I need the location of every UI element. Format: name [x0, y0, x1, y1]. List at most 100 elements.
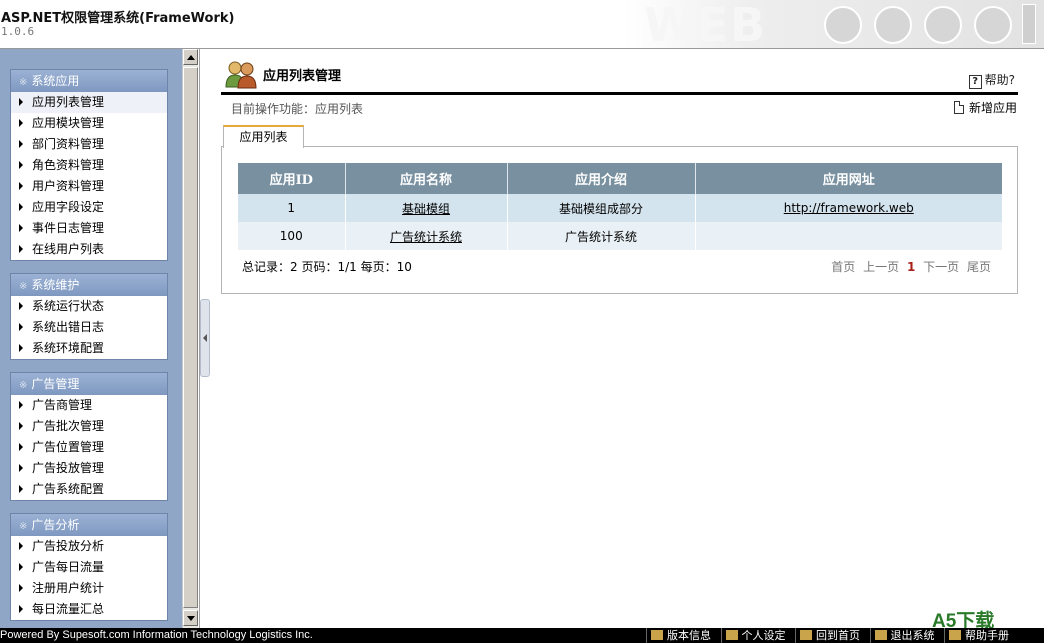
arrow-right-icon	[19, 161, 23, 169]
scroll-up-button[interactable]	[183, 49, 198, 65]
sidebar-item-traffic-summary[interactable]: 每日流量汇总	[11, 599, 167, 620]
scrollbar-thumb[interactable]	[183, 67, 198, 608]
group-bullet-icon: ※	[19, 380, 28, 391]
sidebar-group-header[interactable]: ※ 广告分析	[11, 514, 167, 536]
arrow-right-icon	[19, 140, 23, 148]
table-row: 100 广告统计系统 广告统计系统	[238, 222, 1002, 250]
add-app-button[interactable]: 新增应用	[953, 99, 1017, 116]
column-header[interactable]: 应用名称	[345, 163, 508, 194]
pager-prev[interactable]: 上一页	[863, 260, 899, 274]
pager-current: 1	[906, 260, 916, 274]
table-row: 1 基础模组 基础模组成部分 http://framework.web	[238, 194, 1002, 222]
logout-icon	[874, 630, 887, 640]
sidebar-item-ad-delivery[interactable]: 广告投放管理	[11, 458, 167, 479]
app-name-link[interactable]: 基础模组	[402, 202, 450, 216]
status-link-version[interactable]: 版本信息	[646, 628, 711, 643]
cell-url	[695, 222, 1002, 250]
sidebar-item-advertisers[interactable]: 广告商管理	[11, 395, 167, 416]
sidebar-item-error-log[interactable]: 系统出错日志	[11, 317, 167, 338]
arrow-right-icon	[19, 224, 23, 232]
status-bar: Powered By Supesoft.com Information Tech…	[0, 628, 1044, 643]
status-link-home[interactable]: 回到首页	[795, 628, 860, 643]
sidebar-item-env-config[interactable]: 系统环境配置	[11, 338, 167, 359]
help-link[interactable]: ? 帮助?	[968, 71, 1015, 89]
sidebar-group-ad-analysis: ※ 广告分析 广告投放分析 广告每日流量 注册用户统计 每日流量汇总	[10, 513, 168, 621]
arrow-right-icon	[19, 563, 23, 571]
app-url-link[interactable]: http://framework.web	[784, 201, 914, 215]
sidebar-item-ad-batches[interactable]: 广告批次管理	[11, 416, 167, 437]
sidebar-item-departments[interactable]: 部门资料管理	[11, 134, 167, 155]
status-link-settings[interactable]: 个人设定	[720, 628, 786, 643]
scroll-down-button[interactable]	[183, 610, 198, 626]
arrow-right-icon	[19, 443, 23, 451]
app-version: 1.0.6	[1, 25, 35, 38]
sidebar-group-system-apps: ※ 系统应用 应用列表管理 应用模块管理 部门资料管理 角色资料管理 用户资料管理…	[10, 69, 168, 261]
tab-app-list[interactable]: 应用列表	[223, 125, 304, 148]
sidebar-item-system-status[interactable]: 系统运行状态	[11, 296, 167, 317]
help-icon: ?	[968, 75, 982, 89]
cell-id: 1	[238, 194, 346, 222]
powered-by: Powered By Supesoft.com Information Tech…	[0, 629, 313, 641]
status-link-manual[interactable]: 帮助手册	[944, 628, 1009, 643]
home-icon	[800, 630, 812, 640]
cell-desc: 基础模组成部分	[507, 194, 696, 222]
arrow-right-icon	[19, 485, 23, 493]
collapse-sidebar-handle[interactable]	[200, 299, 210, 377]
header-decoration: WEB	[624, 0, 1044, 49]
document-icon	[953, 101, 964, 114]
app-header: ASP.NET权限管理系统(FrameWork) 1.0.6 WEB	[0, 0, 1044, 49]
cell-desc: 广告统计系统	[507, 222, 696, 250]
sidebar-item-app-modules[interactable]: 应用模块管理	[11, 113, 167, 134]
info-icon	[651, 630, 663, 640]
app-title: ASP.NET权限管理系统(FrameWork)	[1, 11, 235, 26]
sidebar-item-daily-traffic[interactable]: 广告每日流量	[11, 557, 167, 578]
sidebar-item-registered-users[interactable]: 注册用户统计	[11, 578, 167, 599]
app-name-link[interactable]: 广告统计系统	[390, 230, 462, 244]
sidebar-item-ad-config[interactable]: 广告系统配置	[11, 479, 167, 500]
record-summary: 总记录：2 页码：1/1 每页：10	[242, 260, 412, 274]
sidebar: ※ 系统应用 应用列表管理 应用模块管理 部门资料管理 角色资料管理 用户资料管理…	[0, 49, 182, 628]
arrow-right-icon	[19, 605, 23, 613]
sidebar-item-ad-positions[interactable]: 广告位置管理	[11, 437, 167, 458]
pagination: 首页 上一页 1 下一页 尾页	[827, 258, 991, 275]
status-links: 版本信息 个人设定 回到首页 退出系统 帮助手册	[646, 628, 1015, 643]
users-icon	[225, 61, 257, 89]
sidebar-group-header[interactable]: ※ 广告管理	[11, 373, 167, 395]
sidebar-item-ad-analysis[interactable]: 广告投放分析	[11, 536, 167, 557]
arrow-right-icon	[19, 98, 23, 106]
column-header[interactable]: 应用ID	[238, 163, 346, 194]
arrow-right-icon	[19, 542, 23, 550]
arrow-right-icon	[19, 344, 23, 352]
sidebar-group-header[interactable]: ※ 系统维护	[11, 274, 167, 296]
chevron-left-icon	[203, 334, 207, 342]
arrow-right-icon	[19, 584, 23, 592]
panel-splitter	[199, 49, 211, 628]
cell-id: 100	[238, 222, 346, 250]
user-icon	[725, 630, 738, 640]
sidebar-item-app-list[interactable]: 应用列表管理	[11, 92, 167, 113]
column-header[interactable]: 应用介绍	[507, 163, 696, 194]
column-header[interactable]: 应用网址	[695, 163, 1002, 194]
cell-url: http://framework.web	[695, 194, 1002, 222]
sidebar-group-maintenance: ※ 系统维护 系统运行状态 系统出错日志 系统环境配置	[10, 273, 168, 360]
pager-first[interactable]: 首页	[831, 260, 855, 274]
cell-name: 广告统计系统	[345, 222, 508, 250]
sidebar-item-event-log[interactable]: 事件日志管理	[11, 218, 167, 239]
sidebar-item-fields[interactable]: 应用字段设定	[11, 197, 167, 218]
arrow-right-icon	[19, 323, 23, 331]
pager-next[interactable]: 下一页	[923, 260, 959, 274]
status-link-logout[interactable]: 退出系统	[869, 628, 935, 643]
arrow-right-icon	[19, 245, 23, 253]
pager-last[interactable]: 尾页	[967, 260, 991, 274]
arrow-right-icon	[19, 302, 23, 310]
sidebar-scrollbar[interactable]	[182, 49, 198, 628]
arrow-right-icon	[19, 119, 23, 127]
sidebar-item-users[interactable]: 用户资料管理	[11, 176, 167, 197]
sidebar-group-header[interactable]: ※ 系统应用	[11, 70, 167, 92]
app-list-panel: 应用ID 应用名称 应用介绍 应用网址 1 基础模组 基础模组成部分 http:…	[221, 146, 1018, 294]
breadcrumb: 目前操作功能：应用列表	[231, 102, 364, 116]
sidebar-item-roles[interactable]: 角色资料管理	[11, 155, 167, 176]
page-title: 应用列表管理	[263, 69, 342, 84]
sidebar-item-online-users[interactable]: 在线用户列表	[11, 239, 167, 260]
arrow-right-icon	[19, 401, 23, 409]
